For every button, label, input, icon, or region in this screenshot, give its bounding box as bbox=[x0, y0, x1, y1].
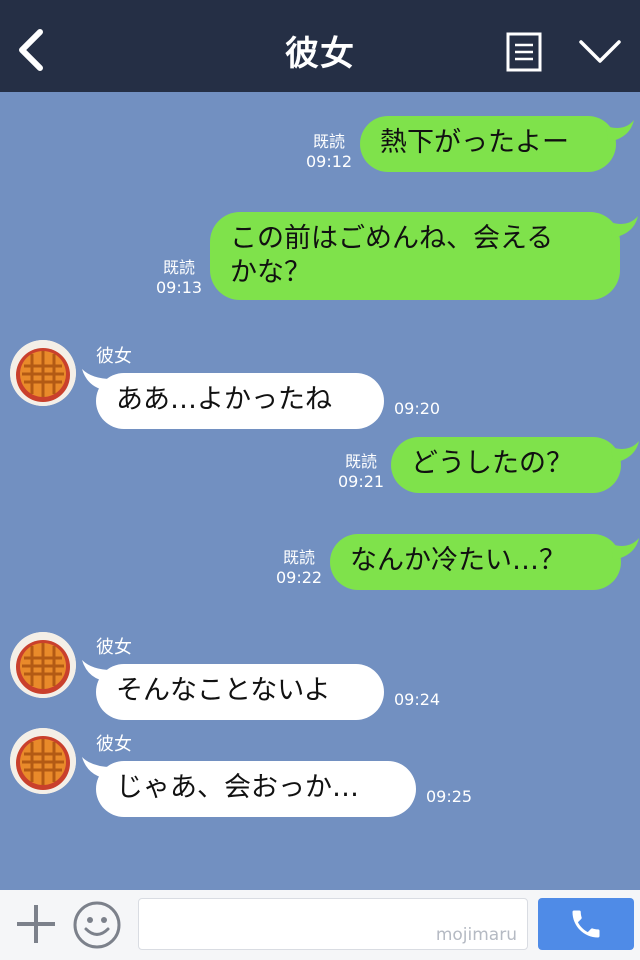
message-input[interactable]: mojimaru bbox=[138, 898, 528, 950]
plus-icon[interactable] bbox=[14, 902, 58, 946]
message-bubble[interactable]: じゃあ、会おっか… bbox=[82, 757, 416, 817]
bubble-tail bbox=[82, 369, 112, 391]
bubble-tail bbox=[606, 120, 634, 142]
message-text: じゃあ、会おっか… bbox=[116, 772, 359, 803]
message-time: 09:21 bbox=[338, 472, 385, 491]
bubble-tail bbox=[82, 757, 112, 779]
message-meta: 既読 09:21 bbox=[338, 452, 384, 492]
message-bubble[interactable]: この前はごめんね、会える かな？ bbox=[210, 212, 638, 300]
read-receipt: 既読 bbox=[163, 258, 196, 277]
chevron-down-icon[interactable] bbox=[578, 36, 622, 66]
bubble-tail bbox=[611, 538, 639, 560]
message-text: 熱下がったよー bbox=[380, 127, 569, 158]
message-text-line: この前はごめんね、会える bbox=[230, 223, 554, 254]
chat-area[interactable]: 既読 09:12 熱下がったよー 既読 09:13 この前はごめんね、会える か… bbox=[0, 92, 640, 890]
message-text: ああ…よかったね bbox=[116, 384, 332, 415]
message-bubble[interactable]: どうしたの？ bbox=[391, 437, 639, 493]
message-bubble[interactable]: 熱下がったよー bbox=[360, 116, 634, 172]
sender-name: 彼女 bbox=[96, 346, 132, 367]
phone-icon bbox=[572, 910, 600, 938]
smile-icon[interactable] bbox=[72, 900, 122, 950]
pie-avatar-icon bbox=[10, 632, 76, 698]
message-text: そんなことないよ bbox=[116, 675, 331, 706]
call-button[interactable] bbox=[538, 898, 634, 950]
message-time: 09:24 bbox=[394, 690, 441, 709]
message-time: 09:13 bbox=[156, 278, 203, 297]
read-receipt: 既読 bbox=[313, 132, 346, 151]
message-time: 09:25 bbox=[426, 787, 473, 806]
message-bubble[interactable]: ああ…よかったね bbox=[82, 369, 384, 429]
message-bubble[interactable]: そんなことないよ bbox=[82, 660, 384, 720]
input-bar: mojimaru bbox=[0, 890, 640, 960]
sender-name: 彼女 bbox=[96, 637, 132, 658]
message-time: 09:20 bbox=[394, 399, 441, 418]
bubble-tail bbox=[610, 216, 638, 238]
pie-avatar-icon bbox=[10, 728, 76, 794]
avatar[interactable] bbox=[10, 340, 76, 406]
read-receipt: 既読 bbox=[345, 452, 378, 471]
chat-title: 彼女 bbox=[285, 34, 355, 74]
message-meta: 既読 09:12 bbox=[306, 132, 352, 172]
read-receipt: 既読 bbox=[283, 548, 316, 567]
message-text-line: かな？ bbox=[230, 257, 311, 288]
avatar[interactable] bbox=[10, 632, 76, 698]
sender-name: 彼女 bbox=[96, 734, 132, 755]
chat-header: 彼女 bbox=[0, 0, 640, 92]
message-meta: 既読 09:22 bbox=[276, 548, 322, 588]
bubble-tail bbox=[82, 660, 112, 682]
notes-icon[interactable] bbox=[506, 32, 542, 72]
message-meta: 既読 09:13 bbox=[156, 258, 202, 298]
message-text: どうしたの？ bbox=[411, 448, 573, 479]
pie-avatar-icon bbox=[10, 340, 76, 406]
message-text: なんか冷たい…？ bbox=[350, 545, 566, 576]
avatar[interactable] bbox=[10, 728, 76, 794]
bubble-tail bbox=[611, 441, 639, 463]
message-time: 09:22 bbox=[276, 568, 323, 587]
watermark: mojimaru bbox=[435, 925, 517, 945]
message-time: 09:12 bbox=[306, 152, 353, 171]
message-bubble[interactable]: なんか冷たい…？ bbox=[330, 534, 639, 590]
